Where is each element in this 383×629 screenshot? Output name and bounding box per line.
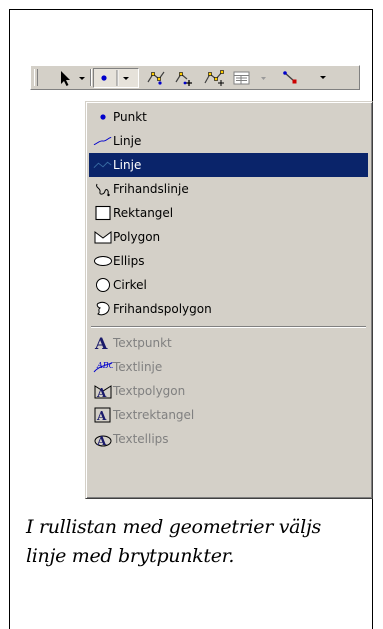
attribute-table-icon <box>233 71 266 85</box>
drawing-toolbar <box>30 65 360 90</box>
move-vertices-button[interactable] <box>201 68 229 88</box>
menu-item-label: Textlinje <box>113 360 163 374</box>
circle-icon <box>93 275 113 295</box>
menu-item-label: Punkt <box>113 110 147 124</box>
arrow-pointer-icon <box>61 71 85 86</box>
caption-line-2: linje med brytpunkter. <box>26 545 235 567</box>
menu-item-linje-vertices[interactable]: Linje <box>89 153 368 177</box>
toolbar-separator <box>90 69 92 86</box>
menu-item-frihandspolygon[interactable]: Frihandspolygon <box>89 297 368 321</box>
point-dot-icon <box>101 70 129 86</box>
menu-item-label: Frihandspolygon <box>113 302 212 316</box>
menu-item-punkt[interactable]: Punkt <box>89 105 368 129</box>
menu-item-linje-curve[interactable]: Linje <box>89 129 368 153</box>
figure-caption: I rullistan med geometrier väljs linje m… <box>26 513 376 571</box>
text-polygon-icon: A <box>93 381 113 401</box>
svg-text:A: A <box>96 386 107 400</box>
menu-item-textrektangel[interactable]: A Textrektangel <box>89 403 368 427</box>
menu-item-label: Textpunkt <box>113 336 172 350</box>
toolbar-grip[interactable] <box>34 69 38 86</box>
menu-item-rektangel[interactable]: Rektangel <box>89 201 368 225</box>
line-curve-icon <box>93 131 113 151</box>
menu-item-label: Ellips <box>113 254 145 268</box>
edit-vertices-button[interactable] <box>143 68 169 88</box>
menu-item-label: Textpolygon <box>113 384 186 398</box>
geometry-dropdown-menu: Punkt Linje Linje Frihandslinje Rektange… <box>85 101 373 499</box>
line-node-icon <box>283 71 326 84</box>
menu-item-ellips[interactable]: Ellips <box>89 249 368 273</box>
freehand-line-icon <box>93 179 113 199</box>
menu-item-label: Textellips <box>113 432 169 446</box>
menu-item-textpolygon[interactable]: A Textpolygon <box>89 379 368 403</box>
menu-item-polygon[interactable]: Polygon <box>89 225 368 249</box>
svg-text:ABC: ABC <box>96 361 113 370</box>
menu-item-cirkel[interactable]: Cirkel <box>89 273 368 297</box>
svg-text:A: A <box>96 409 107 423</box>
add-vertex-button[interactable] <box>171 68 197 88</box>
menu-separator <box>91 326 366 328</box>
ellipse-icon <box>93 251 113 271</box>
edit-vertices-icon <box>147 71 165 85</box>
point-icon <box>93 107 113 127</box>
menu-item-textlinje[interactable]: ABC Textlinje <box>89 355 368 379</box>
menu-item-label: Linje <box>113 158 142 172</box>
caption-line-1: I rullistan med geometrier väljs <box>26 516 321 538</box>
menu-item-label: Linje <box>113 134 142 148</box>
text-ellipse-icon: A <box>93 429 113 449</box>
rectangle-icon <box>93 203 113 223</box>
menu-item-textpunkt[interactable]: A Textpunkt <box>89 331 368 355</box>
select-tool-button[interactable] <box>39 68 89 88</box>
freehand-polygon-icon <box>93 299 113 319</box>
svg-text:A: A <box>94 334 108 353</box>
text-point-icon: A <box>93 333 113 353</box>
menu-item-label: Rektangel <box>113 206 174 220</box>
polygon-icon <box>93 227 113 247</box>
move-vertices-icon <box>204 70 224 86</box>
text-line-icon: ABC <box>93 357 113 377</box>
line-vertices-icon <box>93 155 113 175</box>
attribute-table-button[interactable] <box>231 68 273 88</box>
menu-item-frihandslinje[interactable]: Frihandslinje <box>89 177 368 201</box>
add-vertex-icon <box>175 72 192 86</box>
menu-item-label: Textrektangel <box>113 408 195 422</box>
line-node-button[interactable] <box>278 68 334 88</box>
menu-item-label: Frihandslinje <box>113 182 189 196</box>
text-rectangle-icon: A <box>93 405 113 425</box>
geometry-type-dropdown[interactable] <box>93 68 139 88</box>
svg-text:A: A <box>96 434 107 448</box>
menu-item-label: Polygon <box>113 230 161 244</box>
menu-item-textellips[interactable]: A Textellips <box>89 427 368 451</box>
menu-item-label: Cirkel <box>113 278 147 292</box>
